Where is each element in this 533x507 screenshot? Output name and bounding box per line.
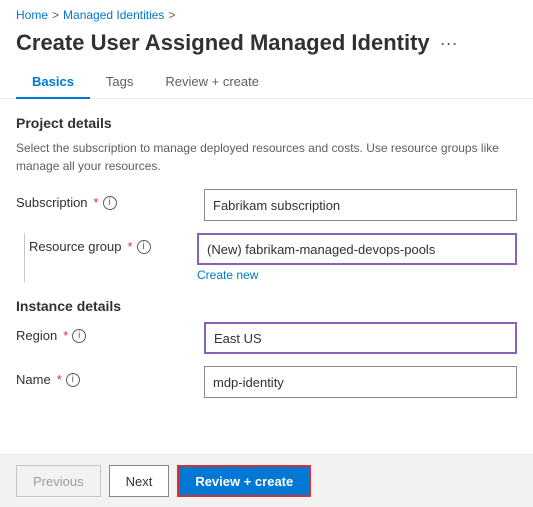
- breadcrumb-home[interactable]: Home: [16, 8, 48, 22]
- subscription-label-col: Subscription * i: [16, 189, 196, 210]
- project-details-form: Subscription * i Resource group * i: [16, 189, 517, 282]
- name-input-col: [204, 366, 517, 398]
- resource-group-input-col: Create new: [197, 233, 517, 282]
- tab-review-create[interactable]: Review + create: [149, 66, 275, 99]
- breadcrumb-sep1: >: [52, 8, 59, 22]
- subscription-required: *: [94, 195, 99, 210]
- create-new-link[interactable]: Create new: [197, 268, 258, 282]
- subscription-input[interactable]: [204, 189, 517, 221]
- breadcrumb: Home > Managed Identities >: [0, 0, 533, 26]
- region-required: *: [63, 328, 68, 343]
- previous-button[interactable]: Previous: [16, 465, 101, 497]
- region-input-col: [204, 322, 517, 354]
- instance-details-form: Region * i Name * i: [16, 322, 517, 398]
- tab-basics[interactable]: Basics: [16, 66, 90, 99]
- tab-bar: Basics Tags Review + create: [0, 66, 533, 99]
- resource-group-required: *: [128, 239, 133, 254]
- review-create-button[interactable]: Review + create: [177, 465, 311, 497]
- name-info-icon[interactable]: i: [66, 373, 80, 387]
- resource-group-inner: Resource group * i Create new: [29, 233, 517, 282]
- name-label: Name: [16, 372, 51, 387]
- resource-group-info-icon[interactable]: i: [137, 240, 151, 254]
- subscription-info-icon[interactable]: i: [103, 196, 117, 210]
- resource-group-input[interactable]: [197, 233, 517, 265]
- name-row: Name * i: [16, 366, 517, 398]
- region-input[interactable]: [204, 322, 517, 354]
- indent-line: [24, 233, 25, 282]
- footer: Previous Next Review + create: [0, 454, 533, 507]
- content-area: Project details Select the subscription …: [0, 99, 533, 398]
- instance-details-section: Instance details Region * i Name * i: [16, 298, 517, 398]
- name-required: *: [57, 372, 62, 387]
- name-label-col: Name * i: [16, 366, 196, 387]
- breadcrumb-managed-identities[interactable]: Managed Identities: [63, 8, 164, 22]
- project-details-title: Project details: [16, 115, 517, 131]
- resource-group-label-col: Resource group * i: [29, 233, 189, 254]
- region-label: Region: [16, 328, 57, 343]
- tab-tags[interactable]: Tags: [90, 66, 149, 99]
- subscription-row: Subscription * i: [16, 189, 517, 221]
- page-header: Create User Assigned Managed Identity ··…: [0, 26, 533, 66]
- resource-group-label: Resource group: [29, 239, 122, 254]
- resource-group-wrapper: Resource group * i Create new: [16, 233, 517, 282]
- name-input[interactable]: [204, 366, 517, 398]
- breadcrumb-sep2: >: [168, 8, 175, 22]
- instance-details-title: Instance details: [16, 298, 517, 314]
- region-info-icon[interactable]: i: [72, 329, 86, 343]
- subscription-input-col: [204, 189, 517, 221]
- more-options-icon[interactable]: ···: [440, 33, 458, 54]
- project-details-desc: Select the subscription to manage deploy…: [16, 139, 517, 175]
- resource-group-row: Resource group * i Create new: [29, 233, 517, 282]
- region-label-col: Region * i: [16, 322, 196, 343]
- subscription-label: Subscription: [16, 195, 88, 210]
- region-row: Region * i: [16, 322, 517, 354]
- next-button[interactable]: Next: [109, 465, 170, 497]
- page-title: Create User Assigned Managed Identity: [16, 30, 430, 56]
